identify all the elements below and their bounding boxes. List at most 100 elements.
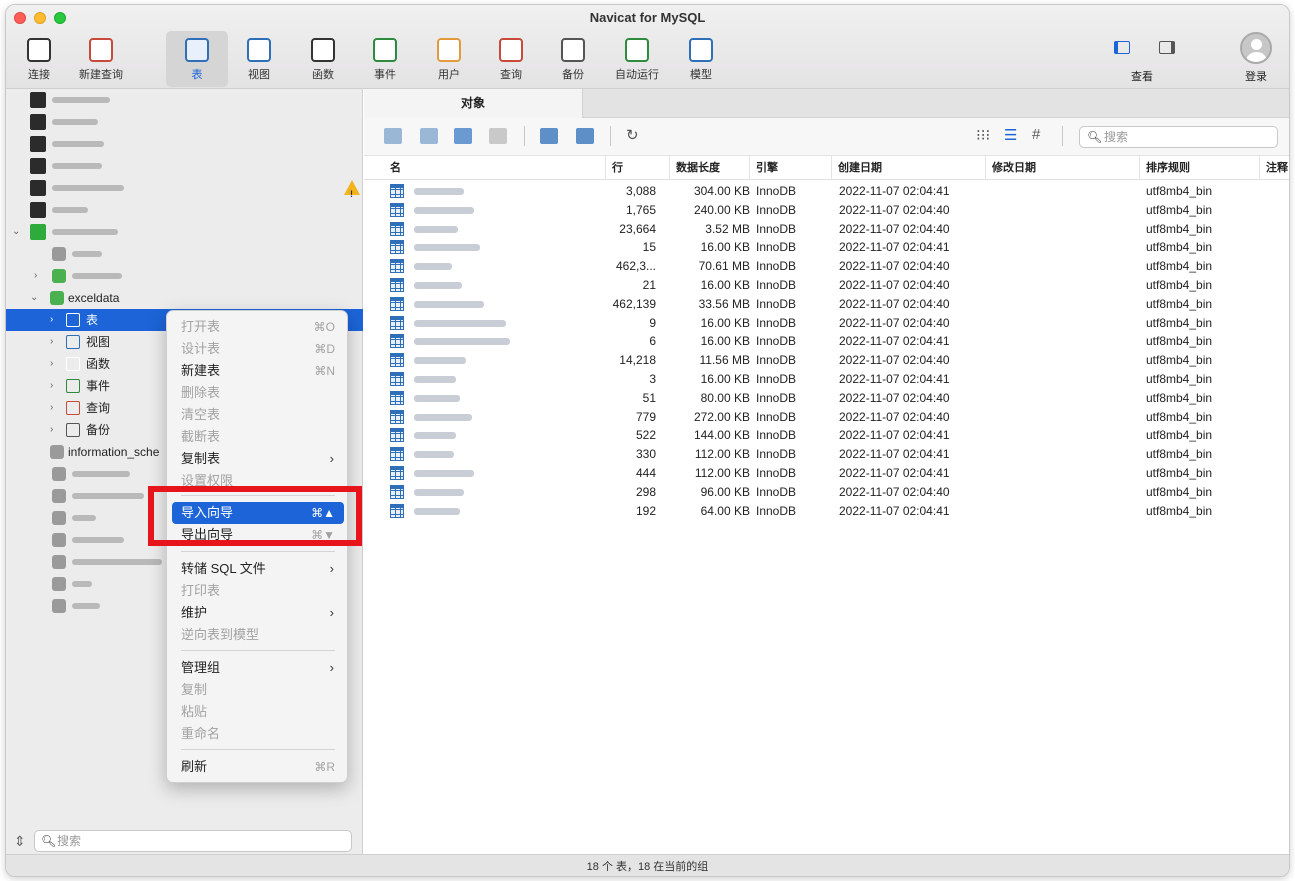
new-table-icon[interactable] [454,128,472,144]
table-row[interactable]: 298 96.00 KB InnoDB 2022-11-07 02:04:40 utf8… [364,483,1289,502]
create-date: 2022-11-07 02:04:40 [839,278,950,292]
delete-table-icon[interactable] [489,128,507,144]
toolbar-user-button[interactable]: 用户 [418,31,480,87]
menu-item[interactable]: 新建表 ⌘N [172,360,344,382]
sidebar-search-input[interactable]: 🔍︎ 搜索 [34,830,352,852]
chevron-right-icon: › [329,605,334,620]
toolbar-table-button[interactable]: 表 [166,31,228,87]
connection-item-open[interactable]: ⌄ [6,221,363,243]
connection-item[interactable]: ! [6,177,363,199]
create-date: 2022-11-07 02:04:41 [839,503,950,518]
chevron-right-icon[interactable]: › [50,309,53,331]
table-row[interactable]: 23,664 3.52 MB InnoDB 2022-11-07 02:04:40 ut… [364,220,1289,239]
list-view-icon[interactable]: ☰ [1004,126,1017,144]
column-header[interactable]: 排序规则 [1140,156,1260,180]
column-header[interactable]: 行 [606,156,670,180]
table-icon [66,313,80,327]
menu-item[interactable]: 维护 › [172,602,344,624]
view-toggle-left-icon[interactable] [1114,41,1130,54]
menu-item[interactable]: 转储 SQL 文件 › [172,558,344,580]
toolbar-label: 查询 [500,69,522,81]
menu-item[interactable]: 复制表 › [172,448,344,470]
engine: InnoDB [756,221,797,236]
menu-item: 打印表 [172,580,344,602]
connection-item[interactable] [6,89,363,111]
toolbar-function-button[interactable]: 函数 [292,31,354,87]
tab-objects[interactable]: 对象 [364,89,583,118]
column-header[interactable]: 数据长度 [670,156,750,180]
data-length: 16.00 KB [700,278,750,292]
chevron-right-icon: › [329,561,334,576]
table-row[interactable]: 51 80.00 KB InnoDB 2022-11-07 02:04:40 utf8m… [364,389,1289,408]
toolbar-new-query-button[interactable]: 新建查询 [70,31,132,87]
toolbar-model-button[interactable]: 模型 [670,31,732,87]
table-icon [390,202,404,217]
database-item-exceldata[interactable]: ⌄ exceldata [6,287,363,309]
create-date: 2022-11-07 02:04:41 [839,334,950,349]
column-header[interactable]: 修改日期 [986,156,1140,180]
design-table-icon[interactable] [420,128,438,144]
refresh-icon[interactable]: ↻ [626,126,639,144]
database-item[interactable] [6,243,363,265]
icon-view-icon[interactable]: ⁝⁝⁝ [976,126,990,144]
menu-item: 设计表 ⌘D [172,338,344,360]
connection-item[interactable] [6,133,363,155]
import-wizard-icon[interactable] [540,128,558,144]
view-toggle-right-icon[interactable] [1159,41,1175,54]
detail-view-icon[interactable]: # [1032,126,1040,143]
row-count: 6 [649,334,656,349]
avatar-icon[interactable] [1240,32,1272,64]
toolbar-view-button[interactable]: 视图 [228,31,290,87]
connection-item[interactable] [6,199,363,221]
menu-item[interactable]: 管理组 › [172,657,344,679]
toolbar-clock-button[interactable]: 事件 [354,31,416,87]
table-row[interactable]: 522 144.00 KB InnoDB 2022-11-07 02:04:41 utf… [364,426,1289,445]
table-row[interactable]: 330 112.00 KB InnoDB 2022-11-07 02:04:41 utf… [364,445,1289,464]
engine: InnoDB [756,372,797,386]
chevron-right-icon[interactable]: › [50,331,53,353]
column-header[interactable]: 引擎 [750,156,832,180]
collation: utf8mb4_bin [1146,428,1213,443]
column-header[interactable]: 名 [384,156,606,180]
table-row[interactable]: 462,139 33.56 MB InnoDB 2022-11-07 02:04:40… [364,295,1289,314]
filter-sort-icon[interactable]: ⇕ [14,833,26,850]
object-search-input[interactable]: 🔍︎ 搜索 [1079,126,1278,148]
table-row[interactable]: 15 16.00 KB InnoDB 2022-11-07 02:04:41 utf8m… [364,238,1289,257]
chevron-right-icon[interactable]: › [50,419,53,441]
toolbar-schedule-button[interactable]: 自动运行 [606,31,668,87]
menu-item: 复制 [172,679,344,701]
chevron-right-icon[interactable]: › [50,375,53,397]
column-header[interactable]: 创建日期 [832,156,986,180]
menu-item-shortcut: ⌘N [314,364,335,378]
menu-item[interactable]: 刷新 ⌘R [172,756,344,778]
export-wizard-icon[interactable] [576,128,594,144]
table-row[interactable]: 14,218 11.56 MB InnoDB 2022-11-07 02:04:40 u… [364,351,1289,370]
chevron-down-icon[interactable]: ⌄ [30,287,38,309]
table-row[interactable]: 21 16.00 KB InnoDB 2022-11-07 02:04:40 utf8m… [364,276,1289,295]
chevron-down-icon[interactable]: ⌄ [12,221,20,243]
database-item[interactable]: › [6,265,363,287]
row-count: 330 [635,447,656,462]
table-row[interactable]: 6 16.00 KB InnoDB 2022-11-07 02:04:41 utf8mb… [364,332,1289,351]
connection-item[interactable] [6,111,363,133]
table-row[interactable]: 779 272.00 KB InnoDB 2022-11-07 02:04:40 utf… [364,408,1289,427]
menu-separator [181,749,335,750]
table-row[interactable]: 9 16.00 KB InnoDB 2022-11-07 02:04:40 utf8mb… [364,314,1289,333]
chevron-right-icon[interactable]: › [34,265,37,287]
open-table-icon[interactable] [384,128,402,144]
toolbar-plug-button[interactable]: 连接 [8,31,70,87]
table-row[interactable]: 1,765 240.00 KB InnoDB 2022-11-07 02:04:40 u… [364,201,1289,220]
toolbar-query-button[interactable]: 查询 [480,31,542,87]
collation: utf8mb4_bin [1146,240,1213,255]
table-row[interactable]: 3 16.00 KB InnoDB 2022-11-07 02:04:41 utf8mb… [364,370,1289,389]
table-row[interactable]: 444 112.00 KB InnoDB 2022-11-07 02:04:41 utf… [364,464,1289,483]
toolbar-backup-button[interactable]: 备份 [542,31,604,87]
table-row[interactable]: 192 64.00 KB InnoDB 2022-11-07 02:04:41 utf8… [364,502,1289,521]
column-header[interactable]: 注释 [1260,156,1289,180]
chevron-right-icon[interactable]: › [50,353,53,375]
chevron-right-icon[interactable]: › [50,397,53,419]
table-row[interactable]: 3,088 304.00 KB InnoDB 2022-11-07 02:04:41 u… [364,182,1289,201]
connection-item[interactable] [6,155,363,177]
table-icon [390,484,404,499]
table-row[interactable]: 462,3... 70.61 MB InnoDB 2022-11-07 02:04:4… [364,257,1289,276]
